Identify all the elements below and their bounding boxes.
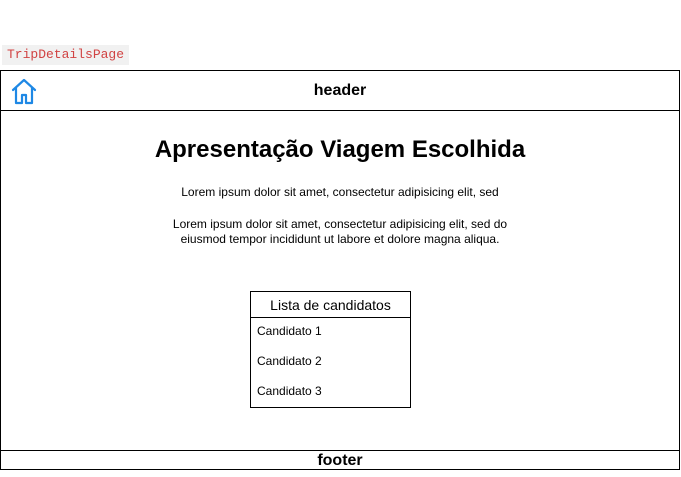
header: header bbox=[1, 71, 679, 111]
list-item-candidate-1[interactable]: Candidato 1 bbox=[251, 318, 410, 348]
page-label: TripDetailsPage bbox=[2, 45, 130, 65]
page-title: Apresentação Viagem Escolhida bbox=[154, 136, 526, 163]
list-item-candidate-3[interactable]: Candidato 3 bbox=[251, 378, 410, 408]
footer: footer bbox=[1, 450, 679, 469]
list-item-candidate-2[interactable]: Candidato 2 bbox=[251, 348, 410, 378]
candidates-list: Lista de candidatos Candidato 1 Candidat… bbox=[250, 291, 411, 408]
candidates-list-title: Lista de candidatos bbox=[251, 292, 410, 318]
description-paragraph-2: Lorem ipsum dolor sit amet, consectetur … bbox=[172, 217, 508, 246]
page-frame: header Apresentação Viagem Escolhida Lor… bbox=[0, 70, 680, 470]
description-paragraph-1: Lorem ipsum dolor sit amet, consectetur … bbox=[181, 185, 499, 199]
header-title: header bbox=[313, 82, 367, 99]
